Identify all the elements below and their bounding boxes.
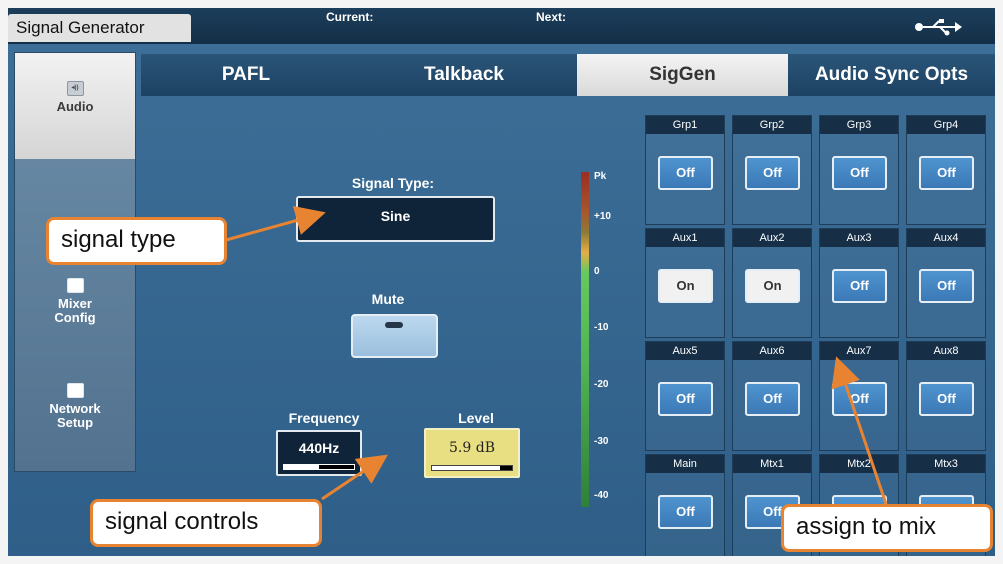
network-icon	[66, 383, 84, 398]
frequency-label: Frequency	[288, 410, 360, 426]
mix-cell-aux2: Aux2 On	[732, 228, 812, 338]
level-bar	[431, 465, 513, 471]
title-bar: Signal Generator Current: Next:	[8, 8, 995, 44]
mix-cell-aux6: Aux6 Off	[732, 341, 812, 451]
meter-tick-label: -40	[594, 490, 609, 501]
usb-icon	[915, 19, 962, 36]
mix-name-label: Aux7	[820, 342, 898, 360]
mix-cell-main: Main Off	[645, 454, 725, 556]
mix-assign-button-grp3[interactable]: Off	[832, 156, 887, 190]
mute-button[interactable]	[351, 314, 438, 358]
signal-type-button[interactable]: Sine	[296, 196, 495, 242]
mix-name-label: Aux1	[646, 229, 724, 247]
mix-name-label: Aux5	[646, 342, 724, 360]
sidebar-item-network-setup[interactable]: Network Setup	[15, 383, 135, 430]
mix-name-label: Mtx3	[907, 455, 985, 473]
mix-cell-grp3: Grp3 Off	[819, 115, 899, 225]
callout-signal-controls: signal controls	[90, 499, 322, 547]
sidebar-item-mixer-config[interactable]: Mixer Config	[15, 278, 135, 325]
mix-assign-button-grp1[interactable]: Off	[658, 156, 713, 190]
mix-name-label: Mtx1	[733, 455, 811, 473]
mix-cell-aux7: Aux7 Off	[819, 341, 899, 451]
tab-audio-sync-opts[interactable]: Audio Sync Opts	[788, 54, 995, 96]
mute-label: Mute	[371, 291, 405, 307]
mix-assign-button-main[interactable]: Off	[658, 495, 713, 529]
frequency-value: 440Hz	[298, 440, 340, 456]
mute-indicator	[385, 322, 403, 328]
mix-name-label: Grp2	[733, 116, 811, 134]
mix-cell-aux5: Aux5 Off	[645, 341, 725, 451]
app-title: Signal Generator	[8, 14, 191, 42]
mix-name-label: Main	[646, 455, 724, 473]
mix-name-label: Aux8	[907, 342, 985, 360]
sidebar-item-label: Network Setup	[49, 401, 101, 430]
mix-cell-grp1: Grp1 Off	[645, 115, 725, 225]
meter-tick-label: Pk	[594, 171, 607, 182]
tab-bar: PAFL Talkback SigGen Audio Sync Opts	[141, 54, 995, 96]
sidebar-item-audio[interactable]: ◂)) Audio	[15, 53, 135, 159]
level-bar-fill	[432, 466, 500, 470]
level-label: Level	[458, 410, 494, 426]
mix-name-label: Aux3	[820, 229, 898, 247]
mix-assign-button-aux1[interactable]: On	[658, 269, 713, 303]
mix-cell-grp4: Grp4 Off	[906, 115, 986, 225]
sidebar-item-label: Audio	[56, 99, 94, 114]
mix-assign-button-aux5[interactable]: Off	[658, 382, 713, 416]
tab-siggen[interactable]: SigGen	[577, 54, 788, 96]
speaker-icon: ◂))	[66, 81, 84, 96]
frequency-bar-fill	[284, 465, 319, 469]
mix-name-label: Grp1	[646, 116, 724, 134]
mix-assign-button-aux2[interactable]: On	[745, 269, 800, 303]
tab-pafl[interactable]: PAFL	[141, 54, 351, 96]
level-meter	[581, 172, 589, 507]
sidebar-item-label: Mixer Config	[54, 296, 96, 325]
mix-name-label: Grp4	[907, 116, 985, 134]
mix-assign-button-aux3[interactable]: Off	[832, 269, 887, 303]
mix-cell-grp2: Grp2 Off	[732, 115, 812, 225]
mix-cell-aux1: Aux1 On	[645, 228, 725, 338]
mix-assign-button-grp2[interactable]: Off	[745, 156, 800, 190]
meter-tick-label: -10	[594, 322, 609, 333]
mix-cell-aux3: Aux3 Off	[819, 228, 899, 338]
mix-assign-button-aux4[interactable]: Off	[919, 269, 974, 303]
tab-talkback[interactable]: Talkback	[351, 54, 577, 96]
mixer-config-icon	[66, 278, 84, 293]
signal-generator-window: Signal Generator Current: Next: ◂)) Audi…	[8, 8, 995, 556]
mix-assign-button-aux6[interactable]: Off	[745, 382, 800, 416]
mix-name-label: Grp3	[820, 116, 898, 134]
level-value: 5.9 dB	[449, 440, 495, 456]
mix-name-label: Mtx2	[820, 455, 898, 473]
next-label: Next:	[536, 10, 567, 24]
mix-assign-button-aux7[interactable]: Off	[832, 382, 887, 416]
mix-cell-aux4: Aux4 Off	[906, 228, 986, 338]
meter-tick-label: 0	[594, 266, 600, 277]
meter-tick-label: +10	[594, 211, 611, 222]
frequency-bar	[283, 464, 355, 470]
meter-tick-label: -20	[594, 379, 609, 390]
meter-tick-label: -30	[594, 436, 609, 447]
mix-cell-aux8: Aux8 Off	[906, 341, 986, 451]
mix-name-label: Aux4	[907, 229, 985, 247]
signal-type-label: Signal Type:	[351, 175, 435, 191]
mix-assign-button-aux8[interactable]: Off	[919, 382, 974, 416]
mix-name-label: Aux2	[733, 229, 811, 247]
callout-assign-to-mix: assign to mix	[781, 504, 993, 552]
current-label: Current:	[326, 10, 374, 24]
level-control[interactable]: 5.9 dB	[424, 428, 520, 478]
callout-signal-type: signal type	[46, 217, 227, 265]
mix-assign-button-grp4[interactable]: Off	[919, 156, 974, 190]
mix-name-label: Aux6	[733, 342, 811, 360]
frequency-control[interactable]: 440Hz	[276, 430, 362, 476]
